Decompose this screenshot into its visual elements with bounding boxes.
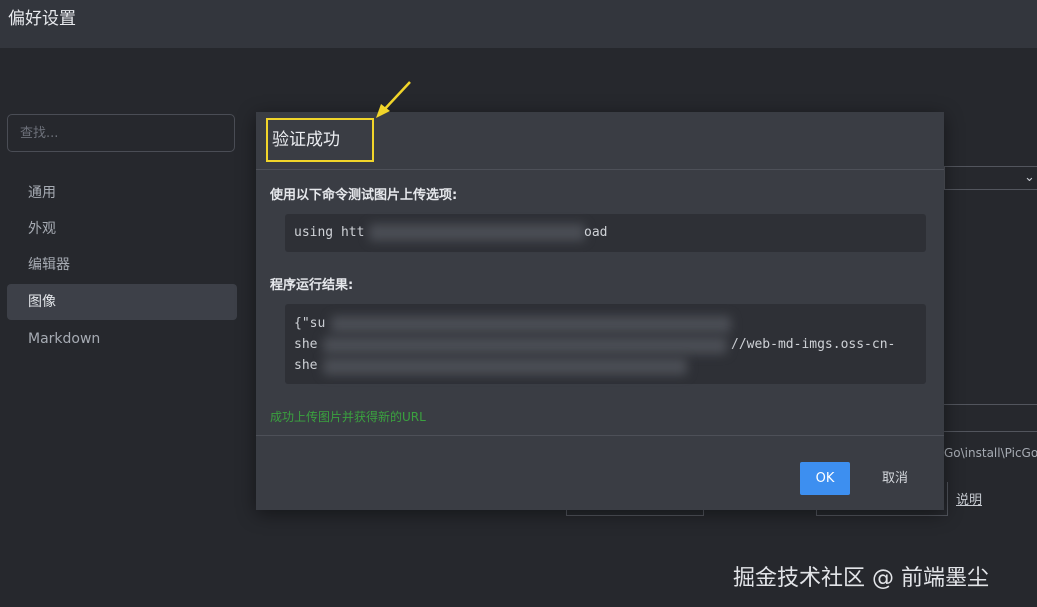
path-input[interactable] — [944, 404, 1037, 432]
redacted-region — [369, 224, 585, 241]
result-line-3-start: she — [294, 358, 318, 373]
sidebar-item-image[interactable]: 图像 — [7, 284, 237, 320]
command-text-end: oad — [584, 225, 608, 240]
result-line-2-start: she — [294, 337, 318, 352]
dialog-divider — [256, 435, 944, 436]
redacted-region — [323, 337, 727, 354]
help-link[interactable]: 说明 — [956, 489, 982, 508]
result-label: 程序运行结果: — [270, 278, 354, 293]
search-input[interactable] — [7, 114, 235, 152]
redacted-region — [323, 358, 687, 375]
dialog-title: 验证成功 — [266, 118, 374, 162]
chevron-down-icon: ⌄ — [1024, 170, 1035, 185]
command-box: using htt oad — [285, 214, 926, 252]
sidebar-item-general[interactable]: 通用 — [7, 175, 237, 211]
verification-dialog: 验证成功 使用以下命令测试图片上传选项: using htt oad 程序运行结… — [256, 112, 944, 510]
sidebar-item-appearance[interactable]: 外观 — [7, 211, 237, 247]
dialog-header: 验证成功 — [256, 112, 944, 170]
result-line-1: {"su — [294, 316, 326, 331]
ok-button[interactable]: OK — [800, 462, 850, 495]
annotation-arrow-icon — [376, 81, 411, 118]
sidebar-item-markdown[interactable]: Markdown — [7, 321, 237, 357]
sidebar-item-editor[interactable]: 编辑器 — [7, 247, 237, 283]
result-line-2-end: //web-md-imgs.oss-cn- — [731, 337, 896, 352]
title-bar: 偏好设置 — [0, 0, 1037, 48]
result-box: {"su she //web-md-imgs.oss-cn- she — [285, 304, 926, 384]
success-message: 成功上传图片并获得新的URL — [270, 410, 426, 424]
watermark: 掘金技术社区 @ 前端墨尘 — [733, 566, 989, 591]
picgo-path-text: Go\install\PicGo — [944, 446, 1037, 460]
command-text-start: using htt — [294, 225, 365, 240]
command-label: 使用以下命令测试图片上传选项: — [270, 188, 458, 203]
window-title: 偏好设置 — [8, 9, 76, 29]
redacted-region — [331, 316, 731, 333]
cancel-button[interactable]: 取消 — [882, 462, 912, 495]
